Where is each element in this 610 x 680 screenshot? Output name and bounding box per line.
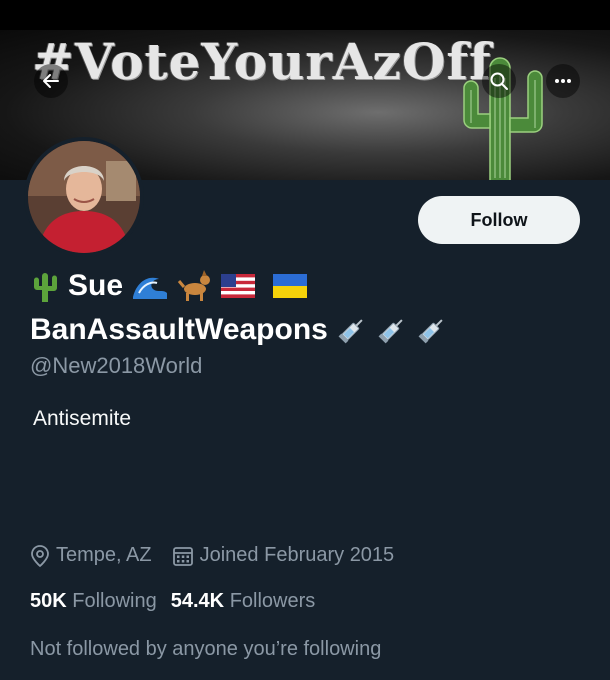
profile-meta: Tempe, AZ Joined February 2015 (30, 544, 414, 567)
joined-text: Joined February 2015 (199, 544, 395, 566)
display-name: Sue (68, 269, 124, 302)
display-name-line2: BanAssaultWeapons (30, 310, 448, 350)
banner-hashtag: #VoteYourAzOff (32, 32, 492, 91)
display-name-line1: Sue (30, 266, 308, 306)
location-text: Tempe, AZ (56, 544, 152, 566)
top-strip (0, 0, 610, 30)
back-button[interactable] (34, 64, 68, 98)
profile-handle: @New2018World (30, 353, 203, 378)
calendar-icon (172, 546, 193, 566)
following-count: 50K (30, 590, 67, 612)
location-item: Tempe, AZ (30, 544, 152, 567)
follow-button[interactable]: Follow (418, 196, 580, 244)
syringe-icon (336, 314, 368, 346)
follow-stats: 50K Following 54.4K Followers (30, 590, 315, 613)
followers-label: Followers (229, 590, 316, 612)
following-label: Following (72, 590, 157, 612)
search-button[interactable] (482, 64, 516, 98)
dog-icon (177, 270, 213, 302)
display-name-continued: BanAssaultWeapons (30, 313, 328, 346)
avatar-photo (28, 141, 140, 253)
arrow-left-icon (43, 74, 59, 88)
us-flag-icon (221, 274, 256, 298)
followed-by-text: Not followed by anyone you’re following (30, 638, 382, 660)
syringe-icon (416, 314, 448, 346)
profile-avatar[interactable] (24, 137, 144, 257)
followers-link[interactable]: 54.4K Followers (171, 590, 316, 613)
syringe-icon (376, 314, 408, 346)
followers-count: 54.4K (170, 590, 225, 612)
cactus-icon (30, 270, 60, 302)
following-link[interactable]: 50K Following (30, 590, 157, 613)
search-icon (490, 72, 508, 90)
location-pin-icon (31, 544, 49, 567)
ukraine-flag-icon (273, 274, 308, 298)
joined-item: Joined February 2015 (172, 544, 395, 567)
more-dots-icon (555, 79, 571, 83)
profile-bio: Antisemite (33, 407, 132, 430)
more-button[interactable] (546, 64, 580, 98)
wave-icon (131, 271, 170, 301)
